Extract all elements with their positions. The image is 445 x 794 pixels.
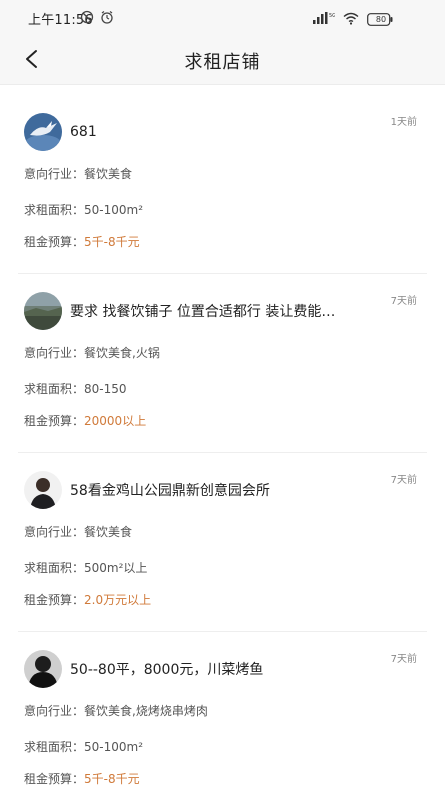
avatar [24,650,62,688]
svg-text:5G: 5G [329,13,335,19]
nav-bar: 求租店铺 [0,38,445,85]
listing-header: 681 [24,113,427,151]
listing-time: 7天前 [390,654,417,665]
area-row: 求租面积：50-100m² [24,738,143,755]
listing-header: 要求 找餐饮铺子 位置合适都行 装让费能… [24,292,427,330]
budget-value: 5千-8千元 [84,235,140,249]
listing-time: 7天前 [390,475,417,486]
industry-value: 餐饮美食,烧烤烧串烤肉 [84,704,208,718]
industry-row: 意向行业：餐饮美食,烧烤烧串烤肉 [24,702,208,719]
budget-row: 租金预算：5千-8千元 [24,233,140,250]
industry-value: 餐饮美食 [84,167,133,181]
listing-time: 7天前 [390,296,417,307]
area-value: 50-100m² [84,740,144,754]
listing-title: 50--80平，8000元，川菜烤鱼 [70,662,264,678]
area-label: 求租面积： [24,740,85,754]
industry-row: 意向行业：餐饮美食,火锅 [24,344,160,361]
listing-title: 58看金鸡山公园鼎新创意园会所 [70,483,270,499]
budget-value: 5千-8千元 [84,772,140,786]
industry-label: 意向行业： [24,167,85,181]
budget-row: 租金预算：5千-8千元 [24,770,140,787]
industry-row: 意向行业：餐饮美食 [24,523,132,540]
screen: 上午11:56 5G 80 求租店铺 681 1天前 意向行业：餐饮美食 求租面… [0,0,445,794]
status-right-icons: 5G 80 [313,10,415,29]
signal-icon: 5G [313,10,336,29]
budget-value: 2.0万元以上 [84,593,152,607]
status-bar: 上午11:56 5G 80 [0,0,445,38]
listing-header: 58看金鸡山公园鼎新创意园会所 [24,471,427,509]
listing-card[interactable]: 要求 找餐饮铺子 位置合适都行 装让费能… 7天前 意向行业：餐饮美食,火锅 求… [18,274,427,453]
industry-label: 意向行业： [24,346,85,360]
listing-card[interactable]: 681 1天前 意向行业：餐饮美食 求租面积：50-100m² 租金预算：5千-… [18,95,427,274]
listing-card[interactable]: 58看金鸡山公园鼎新创意园会所 7天前 意向行业：餐饮美食 求租面积：500m²… [18,453,427,632]
battery-level: 80 [375,15,387,24]
listing-card[interactable]: 50--80平，8000元，川菜烤鱼 7天前 意向行业：餐饮美食,烧烤烧串烤肉 … [18,632,427,794]
avatar [24,113,62,151]
budget-label: 租金预算： [24,235,85,249]
budget-label: 租金预算： [24,593,85,607]
battery-icon: 80 [367,13,415,26]
listing-header: 50--80平，8000元，川菜烤鱼 [24,650,427,688]
avatar [24,471,62,509]
industry-value: 餐饮美食 [84,525,133,539]
budget-label: 租金预算： [24,772,85,786]
budget-row: 租金预算：20000以上 [24,412,146,429]
area-row: 求租面积：80-150 [24,380,127,397]
page-title: 求租店铺 [184,52,261,73]
area-row: 求租面积：500m²以上 [24,559,147,576]
avatar [24,292,62,330]
budget-label: 租金预算： [24,414,85,428]
listing-list: 681 1天前 意向行业：餐饮美食 求租面积：50-100m² 租金预算：5千-… [0,95,445,794]
area-value: 80-150 [84,382,127,396]
industry-label: 意向行业： [24,704,85,718]
area-row: 求租面积：50-100m² [24,201,143,218]
budget-value: 20000以上 [84,414,147,428]
alarm-icon [100,9,114,28]
wifi-icon [343,10,359,29]
listing-time: 1天前 [390,117,417,128]
listing-title: 681 [70,124,97,140]
industry-label: 意向行业： [24,525,85,539]
area-label: 求租面积： [24,561,85,575]
do-not-disturb-icon [80,9,94,28]
budget-row: 租金预算：2.0万元以上 [24,591,151,608]
industry-row: 意向行业：餐饮美食 [24,165,132,182]
area-label: 求租面积： [24,382,85,396]
area-value: 500m²以上 [84,561,148,575]
industry-value: 餐饮美食,火锅 [84,346,160,360]
listing-title: 要求 找餐饮铺子 位置合适都行 装让费能… [70,304,336,320]
area-value: 50-100m² [84,203,144,217]
area-label: 求租面积： [24,203,85,217]
status-left-icons [80,9,114,28]
